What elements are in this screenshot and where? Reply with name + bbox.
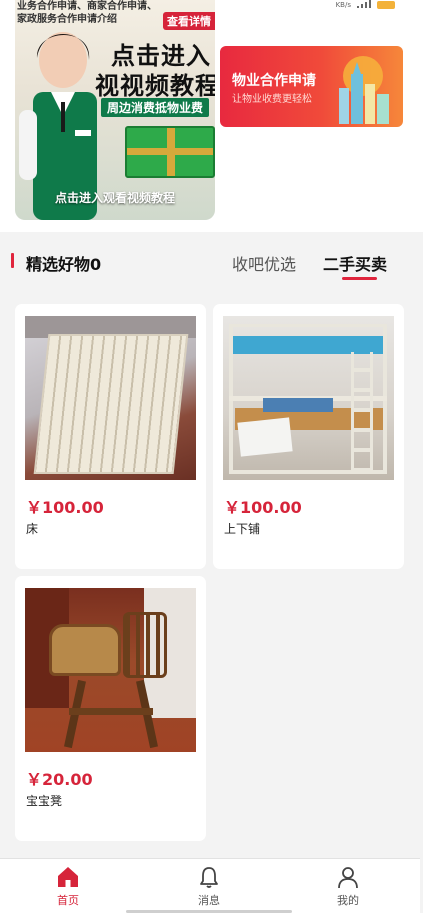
tab-second-hand[interactable]: 二手买卖 — [323, 251, 387, 275]
product-image-bunk-bed — [223, 316, 394, 480]
signal-icon — [357, 0, 371, 10]
status-bar-icons: KB/s — [336, 0, 395, 10]
product-name: 上下铺 — [224, 522, 261, 536]
nav-home[interactable]: 首页 — [38, 865, 98, 908]
section-title: 精选好物0 — [26, 255, 102, 274]
product-card[interactable]: ￥100.00 上下铺 — [213, 304, 404, 569]
product-card[interactable]: ￥20.00 宝宝凳 — [15, 576, 206, 841]
nav-home-label: 首页 — [57, 894, 79, 907]
banner-subtitle: 周边消费抵物业费 — [101, 98, 210, 117]
property-cooperation-card[interactable]: 物业合作申请 让物业收费更轻松 — [220, 46, 403, 127]
product-image-bed — [25, 316, 196, 480]
coop-card-title: 物业合作申请 — [232, 73, 316, 89]
battery-icon — [377, 1, 395, 9]
view-detail-button[interactable]: 查看详情 — [163, 12, 215, 30]
nav-profile[interactable]: 我的 — [318, 865, 378, 908]
gift-box-image — [125, 126, 215, 178]
product-price: ￥20.00 — [26, 770, 93, 789]
top-area: 业务合作申请、商家合作申请、 家政服务合作申请介绍 查看详情 点击进入 视视频教… — [0, 0, 423, 232]
nav-messages-label: 消息 — [198, 894, 220, 907]
tab-selected-goods[interactable]: 收吧优选 — [232, 251, 296, 275]
coop-card-subtitle: 让物业收费更轻松 — [232, 94, 312, 105]
banner-title-line-2: 视视频教程 — [95, 72, 215, 100]
user-icon — [338, 867, 358, 889]
nav-messages[interactable]: 消息 — [179, 865, 239, 908]
banner-caption: 点击进入观看视频教程 — [54, 191, 175, 205]
active-tab-indicator — [342, 277, 377, 280]
banner-top-line-1: 业务合作申请、商家合作申请、 — [17, 1, 157, 12]
network-speed: KB/s — [335, 1, 351, 9]
video-tutorial-banner[interactable]: 业务合作申请、商家合作申请、 家政服务合作申请介绍 查看详情 点击进入 视视频教… — [15, 0, 215, 220]
bottom-navigation: 首页 消息 我的 — [0, 858, 420, 913]
product-price: ￥100.00 — [26, 498, 104, 517]
product-name: 宝宝凳 — [26, 794, 63, 808]
product-name: 床 — [26, 522, 39, 536]
home-icon — [58, 867, 78, 887]
city-buildings-icon — [339, 56, 389, 124]
product-image-baby-chair — [25, 588, 196, 752]
product-price: ￥100.00 — [224, 498, 302, 517]
bell-icon — [200, 867, 218, 888]
product-card[interactable]: ￥100.00 床 — [15, 304, 206, 569]
section-accent-bar — [11, 253, 14, 268]
nav-profile-label: 我的 — [337, 894, 359, 907]
featured-goods-header: 精选好物0 收吧优选 二手买卖 — [0, 240, 423, 284]
